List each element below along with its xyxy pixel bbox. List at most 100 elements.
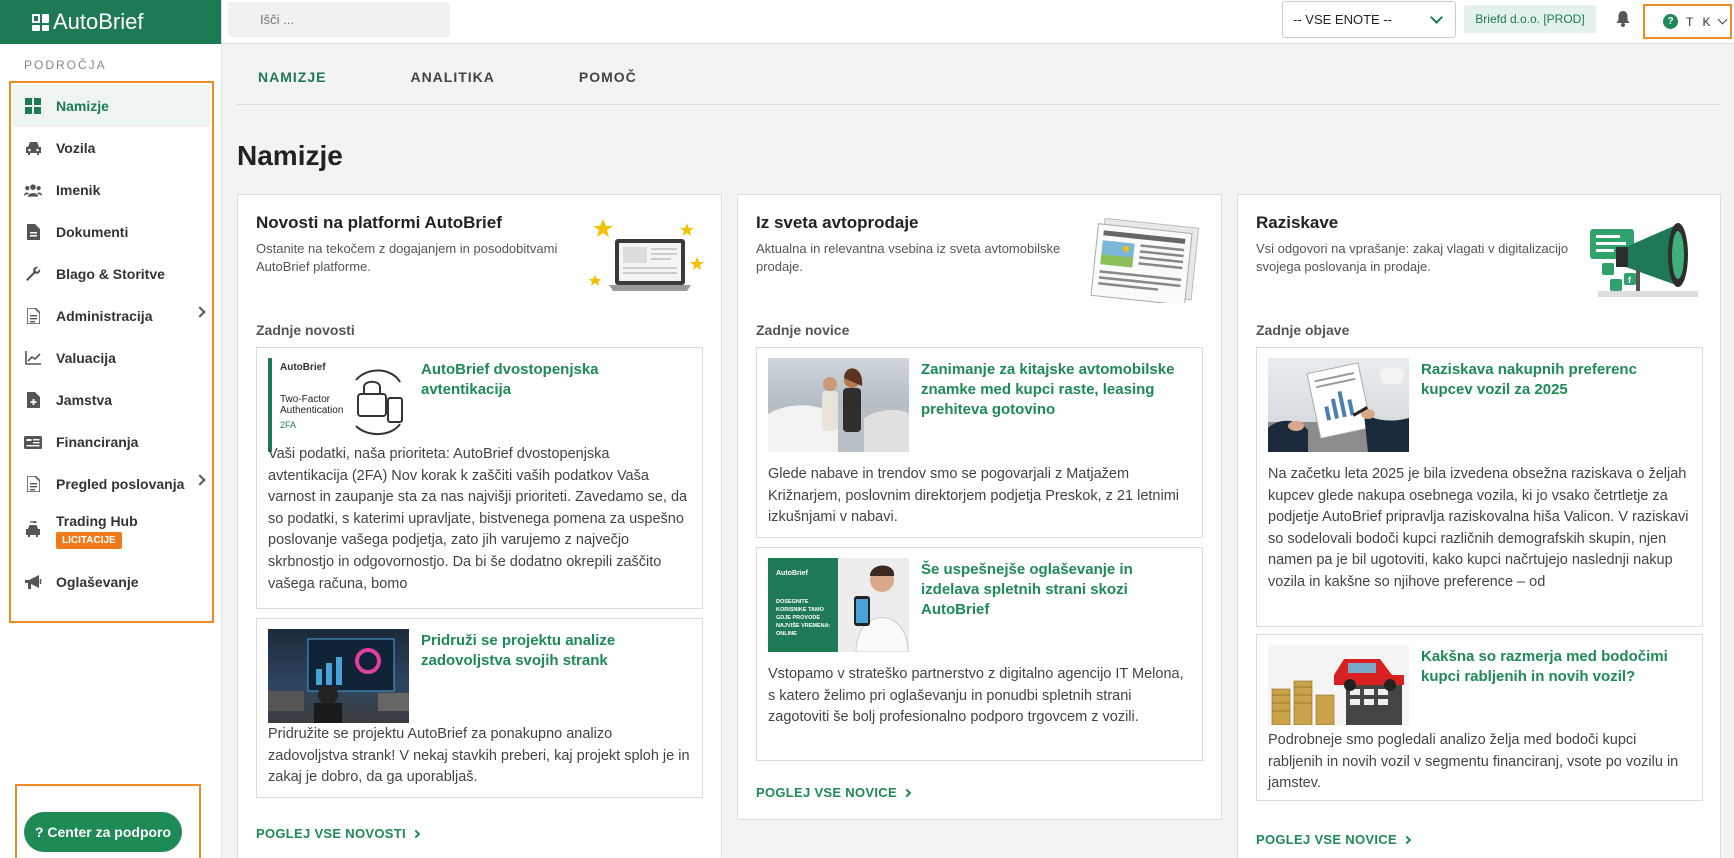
car-icon — [24, 139, 42, 157]
sales-news-card: Iz sveta avtoprodaje Aktualna in relevan… — [737, 194, 1222, 820]
chevron-right-icon — [902, 788, 912, 798]
trading-hub-text: Trading Hub LICITACIJE — [56, 513, 138, 549]
unit-select-value: -- VSE ENOTE -- — [1293, 12, 1392, 27]
sidebar-item-label: Financiranja — [56, 434, 139, 450]
thumb-line1: Two-Factor — [280, 394, 331, 405]
article-body: Glede nabave in trendov smo se pogovarja… — [768, 466, 1179, 526]
tab-namizje[interactable]: NAMIZJE — [237, 60, 347, 104]
article-thumbnail: AutoBrief Two-Factor Authentication 2FA — [268, 358, 409, 452]
sidebar-item-namizje[interactable]: Namizje — [13, 85, 210, 127]
tab-analitika[interactable]: ANALITIKA — [389, 60, 515, 104]
main-tabs: NAMIZJE ANALITIKA POMOČ — [237, 60, 1721, 105]
bell-icon[interactable] — [1616, 11, 1630, 27]
sidebar-item-label: Valuacija — [56, 350, 116, 366]
sidebar-item-valuacija[interactable]: Valuacija — [13, 337, 210, 379]
document-icon — [24, 223, 42, 241]
article-title[interactable]: Še uspešnejše oglaševanje in izdelava sp… — [921, 560, 1191, 620]
chevron-down-icon — [1430, 11, 1443, 24]
link-label: POGLEJ VSE NOVICE — [1256, 832, 1397, 847]
thumb-line2: Authentication — [280, 405, 344, 416]
couple-car-image — [768, 368, 909, 452]
sidebar-item-trading-hub[interactable]: Trading Hub LICITACIJE — [13, 505, 210, 561]
article-body: Vaši podatki, naša prioriteta: AutoBrief… — [268, 446, 688, 592]
topbar: -- VSE ENOTE -- Briefd d.o.o. [PROD] ? T… — [222, 0, 1734, 44]
article-card[interactable]: Zanimanje za kitajske avtomobilske znamk… — [756, 347, 1203, 538]
article-card[interactable]: AutoBrief Two-Factor Authentication 2FA … — [256, 347, 703, 609]
card-title: Novosti na platformi AutoBrief — [256, 213, 502, 232]
article-title[interactable]: Zanimanje za kitajske avtomobilske znamk… — [921, 360, 1191, 420]
sidebar-item-oglasevanje[interactable]: Oglaševanje — [13, 561, 210, 603]
thumb-line1: DOSEGNITE — [776, 599, 809, 605]
article-title[interactable]: Kakšna so razmerja med bodočimi kupci ra… — [1421, 647, 1691, 687]
users-icon — [24, 181, 42, 199]
sidebar-section-label: PODROČJA — [24, 58, 107, 72]
sidebar-item-label: Jamstva — [56, 392, 113, 408]
tab-pomoc[interactable]: POMOČ — [558, 60, 658, 104]
article-title[interactable]: Raziskava nakupnih preferenc kupcev vozi… — [1421, 360, 1691, 400]
user-initials: T K — [1686, 14, 1714, 29]
card-title: Raziskave — [1256, 213, 1339, 232]
article-card[interactable]: Raziskava nakupnih preferenc kupcev vozi… — [1256, 347, 1703, 627]
card-subtitle: Vsi odgovori na vprašanje: zakaj vlagati… — [1256, 241, 1569, 274]
unit-select[interactable]: -- VSE ENOTE -- — [1282, 1, 1456, 38]
megaphone-illustration: f — [1590, 223, 1698, 297]
sidebar-item-label: Administracija — [56, 308, 153, 324]
link-label: POGLEJ VSE NOVICE — [756, 785, 897, 800]
chevron-right-icon — [194, 306, 206, 318]
company-badge[interactable]: Briefd d.o.o. [PROD] — [1464, 5, 1596, 33]
article-card[interactable]: AutoBrief DOSEGNITE KORISNIKE TAMO GDJE … — [756, 547, 1203, 761]
coins-car-image — [1268, 645, 1409, 725]
article-body: Podrobneje smo pogledali analizo želja m… — [1268, 732, 1679, 792]
card-subtitle: Ostanite na tekočem z dogajanjem in poso… — [256, 241, 558, 274]
article-body: Vstopamo v strateško partnerstvo z digit… — [768, 666, 1184, 726]
logo-text: AutoBrief — [53, 9, 144, 34]
sidebar-item-financiranja[interactable]: Financiranja — [13, 421, 210, 463]
view-all-news-link[interactable]: POGLEJ VSE NOVOSTI — [256, 826, 421, 841]
logo[interactable]: AutoBrief — [0, 0, 221, 44]
thumb-line5: ONLINE — [776, 631, 797, 637]
chevron-right-icon — [411, 829, 421, 839]
article-thumbnail — [268, 629, 409, 723]
sidebar-item-label: Vozila — [56, 140, 96, 156]
article-thumbnail — [1268, 358, 1409, 452]
search-input[interactable] — [228, 2, 450, 37]
sidebar-item-vozila[interactable]: Vozila — [13, 127, 210, 169]
section-label: Zadnje objave — [1256, 322, 1350, 338]
sidebar-item-pregled-poslovanja[interactable]: Pregled poslovanja — [13, 463, 210, 505]
chevron-right-icon — [194, 474, 206, 486]
sidebar-item-jamstva[interactable]: Jamstva — [13, 379, 210, 421]
news-card: Novosti na platformi AutoBrief Ostanite … — [237, 194, 722, 858]
sidebar-item-blago-storitve[interactable]: Blago & Storitve — [13, 253, 210, 295]
article-card[interactable]: Kakšna so razmerja med bodočimi kupci ra… — [1256, 634, 1703, 801]
article-card[interactable]: Pridruži se projektu analize zadovoljstv… — [256, 618, 703, 798]
sidebar-item-dokumenti[interactable]: Dokumenti — [13, 211, 210, 253]
dashboard-icon — [24, 97, 42, 115]
support-center-button[interactable]: ? Center za podporo — [24, 812, 182, 852]
article-thumbnail — [1268, 645, 1409, 725]
view-all-research-link[interactable]: POGLEJ VSE NOVICE — [1256, 832, 1412, 847]
sidebar-item-label: Trading Hub — [56, 513, 138, 529]
section-label: Zadnje novosti — [256, 322, 355, 338]
user-menu[interactable]: ? T K — [1643, 4, 1732, 39]
research-card: Raziskave Vsi odgovori na vprašanje: zak… — [1237, 194, 1721, 858]
sidebar-item-label: Imenik — [56, 182, 101, 198]
sidebar-item-label: Oglaševanje — [56, 574, 139, 590]
thumb-brand: AutoBrief — [280, 362, 326, 373]
file-icon — [24, 307, 42, 325]
sidebar-item-imenik[interactable]: Imenik — [13, 169, 210, 211]
view-all-news-link[interactable]: POGLEJ VSE NOVICE — [756, 785, 912, 800]
link-label: POGLEJ VSE NOVOSTI — [256, 826, 406, 841]
logo-icon — [32, 13, 49, 31]
card-subtitle: Aktualna in relevantna vsebina iz sveta … — [756, 241, 1061, 274]
sidebar-item-label: Namizje — [56, 98, 109, 114]
wrench-icon — [24, 265, 42, 283]
sidebar-item-administracija[interactable]: Administracija — [13, 295, 210, 337]
newspaper-illustration — [1090, 217, 1200, 303]
thumb-brand: AutoBrief — [776, 570, 808, 577]
thumb-text: DOSEGNITE KORISNIKE TAMO GDJE PROVODE NA… — [776, 598, 830, 638]
report-icon — [24, 475, 42, 493]
card-title: Iz sveta avtoprodaje — [756, 213, 919, 232]
chevron-down-icon — [1717, 14, 1728, 25]
article-title[interactable]: AutoBrief dvostopenjska avtentikacija — [421, 360, 691, 400]
article-title[interactable]: Pridruži se projektu analize zadovoljstv… — [421, 631, 691, 671]
